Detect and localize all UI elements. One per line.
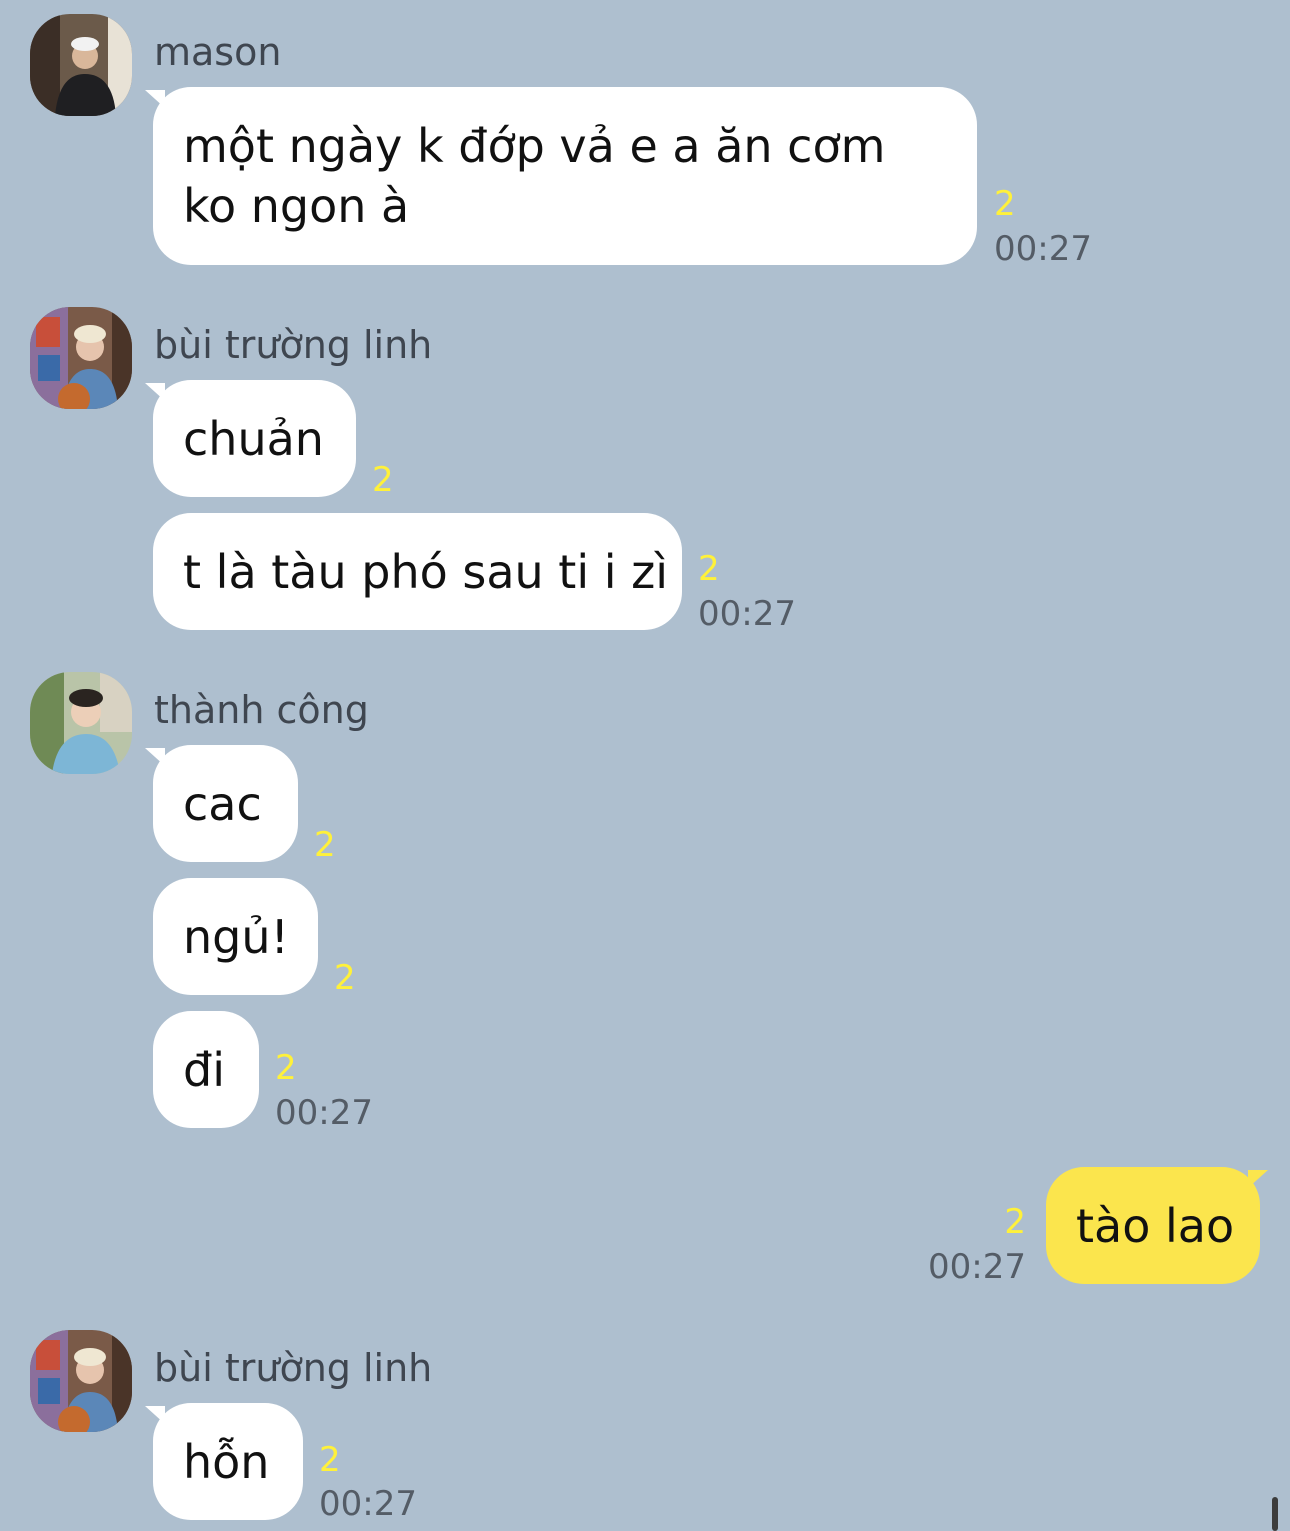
message-bubble[interactable]: cac (153, 745, 298, 862)
message-text: t là tàu phó sau ti i zì (183, 544, 669, 599)
unread-count: 2 (314, 825, 336, 865)
message-bubble[interactable]: hỗn (153, 1403, 303, 1520)
avatar-thanh-cong-icon[interactable] (30, 672, 132, 774)
avatar-bui-truong-linh-icon[interactable] (30, 1330, 132, 1432)
message-text: tào lao (1076, 1198, 1235, 1253)
scrollbar[interactable] (1272, 1497, 1278, 1531)
message-text: ngủ! (183, 909, 289, 964)
message-time: 00:27 (994, 229, 1092, 269)
message-bubble[interactable]: t là tàu phó sau ti i zì (153, 513, 682, 630)
unread-count: 2 (319, 1440, 341, 1480)
unread-count: 2 (1004, 1202, 1026, 1242)
sender-name: mason (154, 30, 282, 74)
message-text: cac (183, 776, 262, 831)
unread-count: 2 (372, 460, 394, 500)
message-text: đi (183, 1042, 225, 1097)
message-text: một ngày k đớp vả e a ăn cơm ko ngon à (183, 119, 886, 233)
message-bubble[interactable]: chuản (153, 380, 356, 497)
avatar-bui-truong-linh-icon[interactable] (30, 307, 132, 409)
sender-name: thành công (154, 688, 369, 732)
message-bubble[interactable]: đi (153, 1011, 259, 1128)
message-time: 00:27 (698, 594, 796, 634)
outgoing-message-bubble[interactable]: tào lao (1046, 1167, 1260, 1284)
unread-count: 2 (994, 184, 1016, 224)
message-text: chuản (183, 411, 324, 466)
unread-count: 2 (698, 549, 720, 589)
message-time: 00:27 (319, 1484, 417, 1524)
avatar-mason-icon[interactable] (30, 14, 132, 116)
message-time: 00:27 (275, 1093, 373, 1133)
message-bubble[interactable]: ngủ! (153, 878, 318, 995)
sender-name: bùi trường linh (154, 1346, 433, 1390)
message-time: 00:27 (928, 1247, 1026, 1287)
message-bubble[interactable]: một ngày k đớp vả e a ăn cơm ko ngon à (153, 87, 977, 265)
message-text: hỗn (183, 1434, 270, 1489)
sender-name: bùi trường linh (154, 323, 433, 367)
unread-count: 2 (275, 1048, 297, 1088)
unread-count: 2 (334, 958, 356, 998)
